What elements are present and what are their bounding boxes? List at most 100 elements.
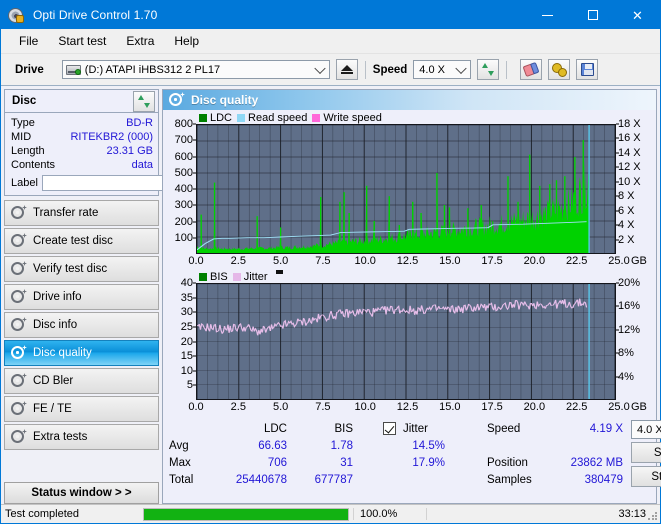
drive-select-value: (D:) ATAPI iHBS312 2 PL17 — [84, 63, 221, 76]
stats-avg-jitter: 14.5% — [412, 439, 445, 452]
jitter-checkbox[interactable] — [383, 422, 396, 435]
minimize-button[interactable] — [525, 1, 570, 29]
axis-tick-label: 20.0 — [523, 255, 546, 267]
disc-row-value: data — [131, 159, 153, 171]
sidebar-item-cd-bler[interactable]: CD Bler — [4, 368, 159, 394]
close-button[interactable]: ✕ — [615, 1, 660, 29]
status-window-button[interactable]: Status window > > — [4, 482, 159, 504]
stats-row-max: Max 706 31 17.9% — [169, 454, 483, 471]
sidebar-item-verify-test-disc[interactable]: Verify test disc — [4, 256, 159, 282]
bis-plot-area[interactable] — [196, 283, 616, 400]
sidebar-item-label: CD Bler — [33, 375, 74, 387]
disc-label-key: Label — [11, 177, 38, 189]
axis-tick-label: 7.5 — [315, 401, 331, 413]
bis-chart-legend: BIS Jitter — [163, 270, 656, 283]
disc-test-icon — [11, 401, 27, 416]
disc-panel-header: Disc — [5, 90, 158, 113]
eject-button[interactable] — [335, 59, 358, 80]
x-axis-unit-label: GB — [631, 401, 647, 413]
bis-jitter-chart: BIS Jitter 5 10 15 20 25 30 35 40 4% 8% 1 — [163, 270, 656, 416]
axis-tick-label: 600 — [174, 150, 193, 163]
disc-quality-icon — [169, 92, 185, 107]
disc-row-key: MID — [11, 131, 32, 143]
speed-select[interactable]: 4.0 X — [413, 60, 472, 79]
axis-tick-label: 17.5 — [481, 255, 503, 267]
start-part-button[interactable]: Start part — [631, 466, 661, 487]
menu-help[interactable]: Help — [164, 31, 209, 51]
legend-label: BIS — [210, 270, 228, 283]
settings-button[interactable] — [548, 59, 571, 80]
axis-tick-label: 10.0 — [354, 401, 376, 413]
axis-tick-label: 10 X — [618, 175, 641, 188]
disc-row-type: Type BD-R — [11, 116, 153, 130]
sidebar-item-transfer-rate[interactable]: Transfer rate — [4, 200, 159, 226]
axis-tick-label: 4 X — [618, 219, 635, 232]
speed-label: Speed — [372, 63, 408, 76]
sidebar-item-extra-tests[interactable]: Extra tests — [4, 424, 159, 450]
disc-test-icon — [11, 261, 27, 276]
axis-tick-label: 22.5 — [565, 255, 588, 267]
disc-row-value: 23.31 GB — [106, 145, 153, 157]
progress-percent: 100.0% — [353, 508, 426, 520]
axis-tick-label: 14 X — [618, 146, 641, 159]
main-toolbar: Drive (D:) ATAPI iHBS312 2 PL17 Speed 4.… — [1, 54, 660, 86]
drive-select[interactable]: (D:) ATAPI iHBS312 2 PL17 — [61, 60, 330, 79]
axis-tick-label: 500 — [174, 166, 193, 179]
x-axis-unit-label: GB — [631, 255, 647, 267]
menu-file[interactable]: File — [9, 31, 48, 51]
info-row-spacer — [487, 437, 623, 454]
disc-row-key: Type — [11, 117, 35, 129]
disc-row-mid: MID RITEKBR2 (000) — [11, 130, 153, 144]
disc-row-contents: Contents data — [11, 158, 153, 172]
sidebar-item-disc-info[interactable]: Disc info — [4, 312, 159, 338]
disc-row-value: RITEKBR2 (000) — [70, 131, 153, 143]
menu-start-test[interactable]: Start test — [48, 31, 116, 51]
stats-total-bis: 677787 — [314, 473, 353, 486]
refresh-icon — [137, 94, 151, 108]
axis-tick-label: 20.0 — [523, 401, 546, 413]
erase-button[interactable] — [520, 59, 543, 80]
status-bar: Test completed 100.0% 33:13 — [1, 504, 660, 523]
gears-icon — [551, 62, 567, 77]
save-button[interactable] — [576, 59, 599, 80]
test-actions: 4.0 X Start full Start part — [631, 420, 661, 500]
sidebar-item-drive-info[interactable]: Drive info — [4, 284, 159, 310]
refresh-button[interactable] — [477, 59, 500, 80]
jitter-label: Jitter — [403, 422, 428, 435]
maximize-button[interactable] — [570, 1, 615, 29]
sidebar-item-disc-quality[interactable]: Disc quality — [4, 340, 159, 366]
axis-tick-label: 17.5 — [481, 401, 503, 413]
menu-extra[interactable]: Extra — [116, 31, 164, 51]
axis-tick-label: 35 — [180, 291, 193, 304]
info-value-speed: 4.19 X — [589, 422, 623, 435]
eject-icon — [340, 65, 353, 74]
legend-label: LDC — [210, 111, 233, 124]
bis-x-axis: 0.0 2.5 5.0 7.5 10.0 12.5 15.0 17.5 20.0 22.5 25.0… — [163, 400, 656, 416]
sidebar-item-fe-te[interactable]: FE / TE — [4, 396, 159, 422]
refresh-icon — [481, 63, 495, 76]
axis-tick-label: 8% — [618, 347, 634, 360]
content-split: Disc Type BD-R MID RITEKBR2 (000) Length… — [1, 86, 661, 504]
disc-row-length: Length 23.31 GB — [11, 144, 153, 158]
stats-row-label: Total — [169, 473, 194, 486]
disc-refresh-button[interactable] — [133, 90, 155, 112]
start-full-button[interactable]: Start full — [631, 442, 661, 463]
optical-drive-icon — [65, 63, 81, 76]
axis-tick-label: 16 X — [618, 132, 641, 145]
resize-grip[interactable] — [647, 511, 657, 521]
jitter-toggle[interactable]: Jitter — [353, 422, 483, 435]
info-row-speed: Speed 4.19 X — [487, 420, 623, 437]
test-speed-select[interactable]: 4.0 X — [631, 420, 661, 439]
axis-tick-label: 100 — [174, 231, 193, 244]
ldc-plot-area[interactable] — [196, 124, 616, 254]
legend-item-write-speed: Write speed — [312, 112, 382, 124]
stats-col-bis: BIS — [334, 422, 353, 435]
stats-col-ldc: LDC — [263, 422, 287, 435]
floppy-save-icon — [580, 63, 594, 76]
axis-tick-label: 12% — [618, 323, 641, 336]
test-info: Speed 4.19 X Position 23862 MB Samples 3… — [487, 420, 623, 500]
axis-tick-label: 15 — [180, 350, 193, 363]
stats-table: LDC BIS Jitter Avg 66.63 1.78 14.5% Max … — [169, 420, 483, 500]
sidebar-item-create-test-disc[interactable]: Create test disc — [4, 228, 159, 254]
